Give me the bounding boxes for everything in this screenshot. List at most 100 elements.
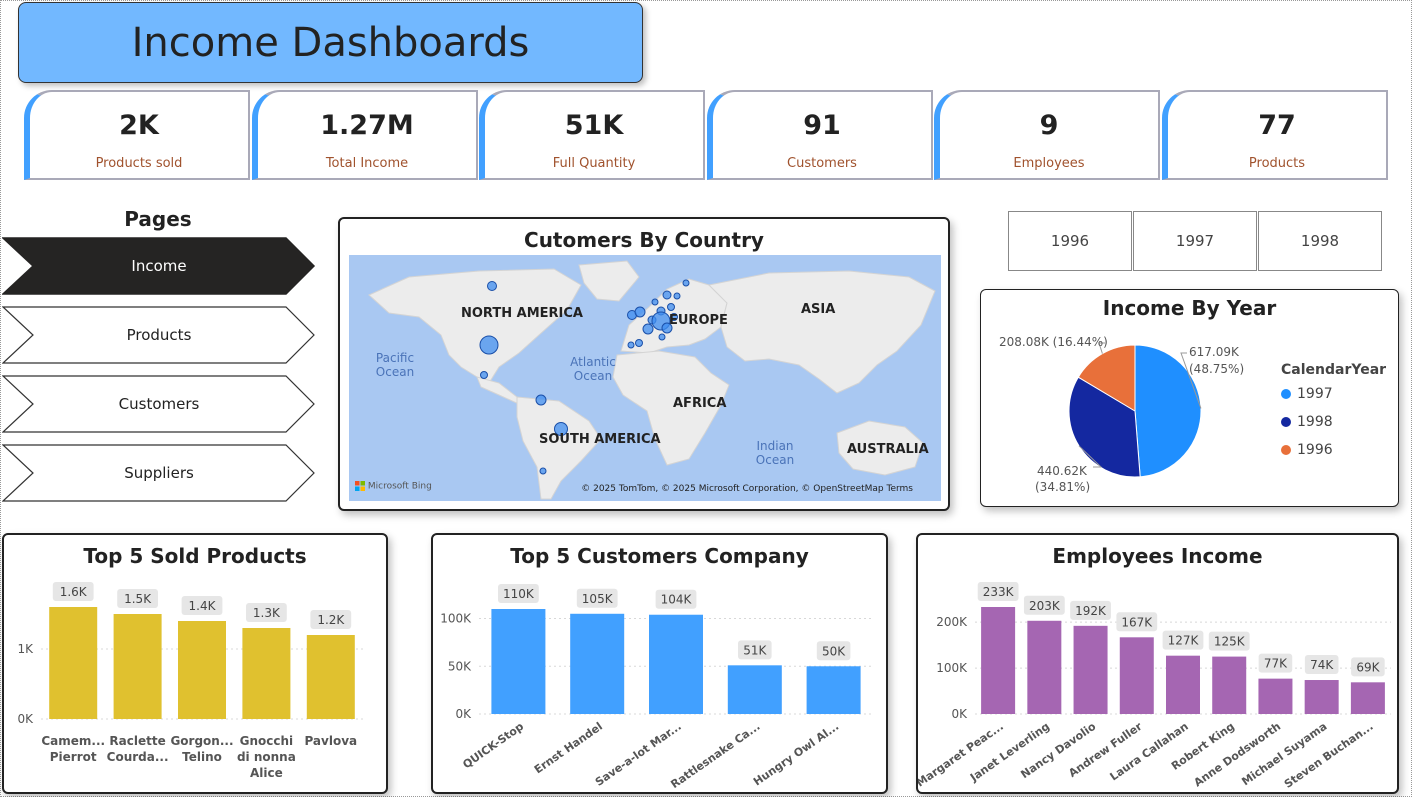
kpi-label: Products <box>1248 156 1306 171</box>
data-label: 1.6K <box>60 585 88 599</box>
legend-item-1997[interactable]: 1997 <box>1281 386 1333 402</box>
kpi-card-products: 77 Products <box>1162 90 1388 180</box>
nav-label: Suppliers <box>124 464 194 482</box>
x-tick-label: Gnocchi <box>240 734 294 748</box>
ocean-label: Indian Ocean <box>755 439 795 467</box>
income-by-year-card: Income By Year 617.09K (48.75%) 440.62K (34… <box>980 289 1399 507</box>
x-tick-label: Gorgon... <box>170 734 233 748</box>
kpi-card-total-income: 1.27M Total Income <box>252 90 478 180</box>
bar[interactable] <box>727 665 782 714</box>
data-label: 1.2K <box>317 613 345 627</box>
map-card: Cutomers By Country NORTH AMERICA EUROPE… <box>338 217 950 511</box>
kpi-card-full-quantity: 51K Full Quantity <box>479 90 705 180</box>
map-provider-name: Microsoft Bing <box>367 481 432 491</box>
legend-item-1996[interactable]: 1996 <box>1281 442 1333 458</box>
nav-page-income[interactable]: Income <box>2 237 316 297</box>
year-slicer-1998[interactable]: 1998 <box>1258 211 1382 271</box>
continent-label: NORTH AMERICA <box>461 306 583 321</box>
y-tick-label: 100K <box>936 661 968 675</box>
year-slicer-1996[interactable]: 1996 <box>1008 211 1132 271</box>
kpi-value: 1.27M <box>320 110 414 141</box>
legend-title: CalendarYear <box>1281 362 1387 378</box>
data-label: 127K <box>1168 634 1200 648</box>
data-label: 104K <box>661 593 693 607</box>
data-label: 110K <box>503 587 535 601</box>
nav-label: Income <box>131 257 187 275</box>
y-tick-label: 0K <box>17 712 34 726</box>
employees-income-card: Employees Income 0K 100K 200K 233K Margaret … <box>916 533 1399 794</box>
x-tick-label: di nonna <box>237 750 296 764</box>
data-label: 203K <box>1029 599 1061 613</box>
bar[interactable] <box>1212 656 1247 714</box>
x-tick-label: Hungry Owl Al... <box>751 720 841 789</box>
data-label: 51K <box>743 643 767 657</box>
title-banner: Income Dashboards <box>18 2 643 83</box>
pie-percent-label: (34.81%) <box>1035 480 1090 494</box>
ocean-label: Atlantic Ocean <box>570 355 616 383</box>
y-tick-label: 0K <box>951 707 968 721</box>
top-sold-products-card: Top 5 Sold Products 0K 1K 1.6K Camem... Pier… <box>2 533 388 794</box>
kpi-value: 9 <box>1039 110 1059 141</box>
y-tick-label: 0K <box>455 707 472 721</box>
nav-page-suppliers[interactable]: Suppliers <box>2 444 316 504</box>
bar[interactable] <box>49 607 98 719</box>
kpi-value: 51K <box>564 110 624 141</box>
bar[interactable] <box>1073 625 1108 714</box>
x-tick-label: Courda... <box>107 750 169 764</box>
data-label: 1.3K <box>253 606 281 620</box>
pie-percent-label: (48.75%) <box>1189 362 1244 376</box>
legend-dot <box>1281 417 1291 427</box>
x-tick-label: Camem... <box>41 734 105 748</box>
x-tick-label: Anne Dodsworth <box>1191 720 1283 790</box>
y-tick-label: 100K <box>440 612 472 626</box>
bar[interactable] <box>1258 678 1293 714</box>
kpi-card-products-sold: 2K Products sold <box>24 90 250 180</box>
x-tick-label: Alice <box>250 766 283 780</box>
year-slicer-1997[interactable]: 1997 <box>1133 211 1257 271</box>
kpi-value: 2K <box>119 110 159 141</box>
y-tick-label: 200K <box>936 615 968 629</box>
bar[interactable] <box>806 666 861 714</box>
legend-label: 1997 <box>1297 386 1333 402</box>
bar[interactable] <box>1304 680 1339 714</box>
bar[interactable] <box>1119 637 1154 714</box>
map-title: Cutomers By Country <box>524 228 764 252</box>
nav-page-products[interactable]: Products <box>2 306 316 366</box>
x-tick-label: Janet Leverling <box>967 720 1052 785</box>
bar[interactable] <box>113 614 162 719</box>
nav-label: Customers <box>118 395 200 413</box>
x-tick-label: Ernst Handel <box>532 720 605 777</box>
top-sold-products-chart: 0K 1K 1.6K Camem... Pierrot 1.5K Raclette Courd… <box>17 582 363 780</box>
bar[interactable] <box>981 607 1016 714</box>
pie-value-label: 208.08K (16.44%) <box>999 335 1108 349</box>
x-tick-label: QUICK-Stop <box>460 720 526 772</box>
data-label: 167K <box>1121 615 1153 629</box>
legend-item-1998[interactable]: 1998 <box>1281 414 1333 430</box>
bar[interactable] <box>306 635 355 719</box>
pages-heading: Pages <box>124 207 192 231</box>
bar[interactable] <box>491 609 546 714</box>
continent-label: EUROPE <box>669 313 728 328</box>
x-tick-label: Raclette <box>109 734 165 748</box>
y-tick-label: 1K <box>17 642 34 656</box>
nav-page-customers[interactable]: Customers <box>2 375 316 435</box>
bar[interactable] <box>178 621 226 719</box>
bar[interactable] <box>649 614 703 714</box>
data-label: 50K <box>822 644 846 658</box>
kpi-card-customers: 91 Customers <box>707 90 933 180</box>
bar[interactable] <box>1166 655 1200 714</box>
bar[interactable] <box>1027 620 1062 714</box>
customers-map[interactable]: NORTH AMERICA EUROPE ASIA AFRICA SOUTH A… <box>349 255 941 501</box>
map-land <box>368 260 936 500</box>
x-tick-label: Pavlova <box>304 734 357 748</box>
continent-label: SOUTH AMERICA <box>539 432 661 447</box>
x-tick-label: Margaret Peac... <box>918 720 1006 790</box>
bing-logo-icon <box>355 480 365 491</box>
pie-value-label: 617.09K <box>1189 345 1240 359</box>
bar[interactable] <box>1350 682 1385 714</box>
map-attribution[interactable]: © 2025 TomTom, © 2025 Microsoft Corporat… <box>581 484 913 494</box>
kpi-label: Customers <box>787 156 857 171</box>
continent-label: AFRICA <box>673 396 727 411</box>
bar[interactable] <box>570 613 625 714</box>
bar[interactable] <box>242 628 291 719</box>
